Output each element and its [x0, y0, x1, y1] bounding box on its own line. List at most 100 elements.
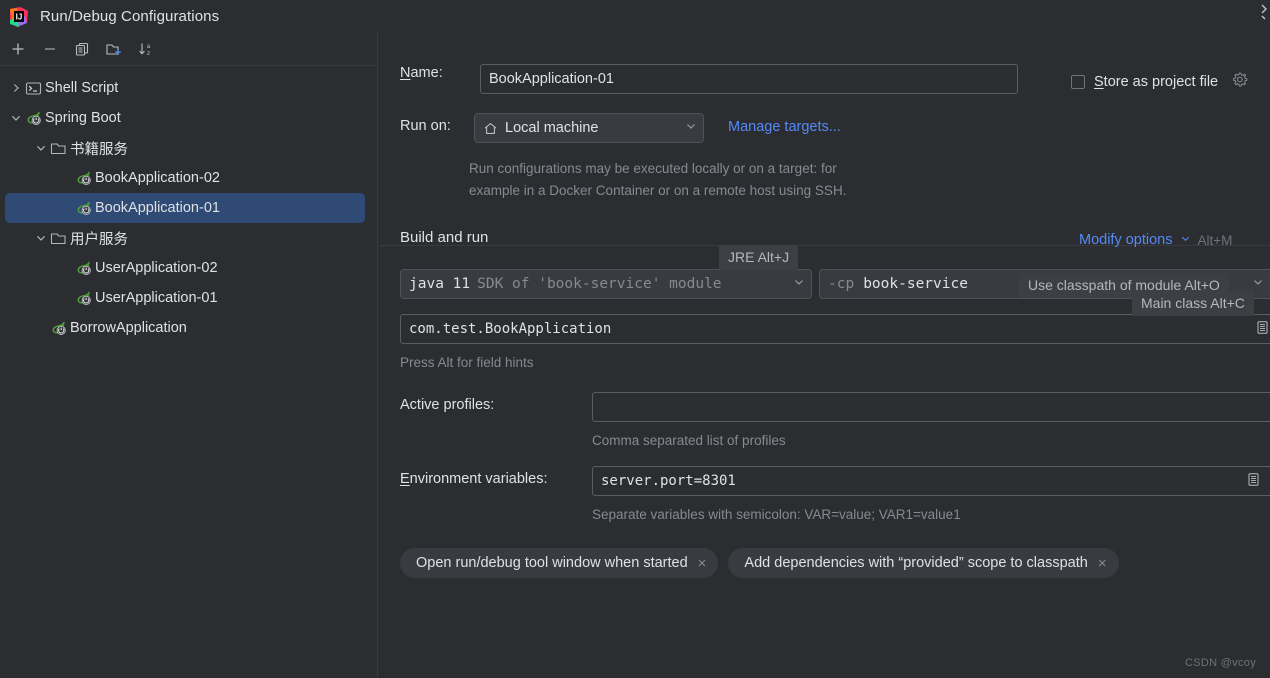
active-profiles-input[interactable]: [592, 392, 1270, 422]
tree-item-bookapplication-02[interactable]: BookApplication-02: [0, 163, 377, 193]
tree-item-shell-script[interactable]: Shell Script: [0, 73, 377, 103]
spring-boot-icon: [74, 199, 92, 217]
shell-script-icon: [24, 79, 42, 97]
tree-item-[interactable]: 用户服务: [0, 223, 377, 253]
tree-item-label: UserApplication-02: [95, 260, 218, 276]
chevron-down-icon: [1244, 276, 1270, 292]
main-class-tooltip: Main class Alt+C: [1132, 291, 1254, 316]
option-chip[interactable]: Add dependencies with “provided” scope t…: [728, 548, 1119, 578]
tree-item-label: 用户服务: [70, 231, 128, 248]
chevron-down-icon[interactable]: [33, 230, 49, 246]
svg-text:IJ: IJ: [16, 12, 23, 21]
tree-item-bookapplication-01[interactable]: BookApplication-01: [5, 193, 365, 223]
title-bar: IJ Run/Debug Configurations: [0, 0, 1270, 33]
chevron-down-icon: [785, 276, 805, 292]
tree-item-label: BookApplication-01: [95, 200, 220, 216]
close-icon[interactable]: ×: [698, 556, 707, 571]
svg-text:a: a: [147, 43, 151, 50]
window-edge-artifact: [1260, 2, 1270, 28]
environment-variables-browse-icon[interactable]: [1246, 472, 1270, 491]
options-chips: Open run/debug tool window when started ×…: [400, 548, 1119, 578]
tree-item-label: 书籍服务: [70, 141, 128, 158]
jre-version: java 11: [409, 276, 471, 292]
option-chip[interactable]: Open run/debug tool window when started ×: [400, 548, 719, 578]
configurations-tree[interactable]: Shell Script Spring Boot 书籍服务 BookApplic…: [0, 66, 377, 343]
manage-targets-link[interactable]: Manage targets...: [728, 119, 841, 135]
classpath-module-value: book-service: [863, 276, 968, 292]
configuration-editor-panel: Name: BookApplication-01 Store as projec…: [379, 33, 1270, 678]
main-class-input[interactable]: com.test.BookApplication: [400, 314, 1270, 344]
environment-variables-label: Environment variables:: [400, 471, 548, 487]
add-configuration-button[interactable]: [3, 36, 33, 62]
tree-item-label: Shell Script: [45, 80, 119, 96]
new-folder-button[interactable]: [99, 36, 129, 62]
store-as-project-file-row[interactable]: Store as project file: [1071, 71, 1248, 93]
run-on-label: Run on:: [400, 118, 451, 134]
run-on-target-value: Local machine: [505, 120, 599, 136]
configurations-toolbar: a z: [0, 33, 377, 66]
tree-item-userapplication-02[interactable]: UserApplication-02: [0, 253, 377, 283]
store-as-project-file-label: Store as project file: [1094, 74, 1219, 90]
chevron-down-icon[interactable]: [33, 140, 49, 156]
chevron-down-icon: [677, 120, 697, 136]
store-as-project-file-checkbox[interactable]: [1071, 75, 1085, 89]
configurations-panel: a z Shell Script Spring Boot 书籍服务 BookAp…: [0, 33, 378, 678]
tree-item-label: UserApplication-01: [95, 290, 218, 306]
folder-icon: [49, 229, 67, 247]
chevron-right-icon[interactable]: [8, 80, 24, 96]
modify-options-shortcut: Alt+M: [1197, 232, 1233, 248]
field-hints-text: Press Alt for field hints: [400, 355, 534, 370]
environment-variables-value: server.port=8301: [601, 473, 736, 489]
chevron-down-icon: [1180, 231, 1191, 249]
close-icon[interactable]: ×: [1098, 556, 1107, 571]
active-profiles-label: Active profiles:: [400, 397, 495, 413]
active-profiles-hint: Comma separated list of profiles: [592, 433, 786, 448]
spring-boot-icon: [74, 169, 92, 187]
svg-text:z: z: [147, 50, 150, 57]
option-chip-label: Add dependencies with “provided” scope t…: [744, 555, 1088, 571]
run-debug-configurations-dialog: IJ Run/Debug Configurations a z Shell Sc…: [0, 0, 1270, 678]
jre-description: SDK of 'book-service' module: [477, 276, 722, 292]
tree-item-borrowapplication[interactable]: BorrowApplication: [0, 313, 377, 343]
jre-combo[interactable]: java 11 SDK of 'book-service' module: [400, 269, 812, 299]
run-on-target-combo[interactable]: Local machine: [474, 113, 704, 143]
tree-item-label: BorrowApplication: [70, 320, 187, 336]
main-class-value: com.test.BookApplication: [409, 321, 612, 337]
tree-item-[interactable]: 书籍服务: [0, 133, 377, 163]
chevron-down-icon[interactable]: [8, 110, 24, 126]
home-icon: [483, 121, 498, 136]
watermark: CSDN @vcoy: [1184, 657, 1256, 669]
remove-configuration-button[interactable]: [35, 36, 65, 62]
spring-boot-icon: [74, 259, 92, 277]
environment-variables-input[interactable]: server.port=8301: [592, 466, 1270, 496]
tree-item-label: Spring Boot: [45, 110, 121, 126]
name-input[interactable]: BookApplication-01: [480, 64, 1018, 94]
spring-boot-icon: [74, 289, 92, 307]
spring-boot-icon: [24, 109, 42, 127]
dialog-title: Run/Debug Configurations: [40, 8, 220, 25]
sort-configurations-button[interactable]: a z: [131, 36, 161, 62]
folder-icon: [49, 139, 67, 157]
tree-item-label: BookApplication-02: [95, 170, 220, 186]
option-chip-label: Open run/debug tool window when started: [416, 555, 688, 571]
modify-options-link[interactable]: Modify options: [1079, 232, 1173, 248]
main-class-browse-icon[interactable]: [1255, 320, 1270, 339]
intellij-idea-logo-icon: IJ: [8, 6, 30, 28]
name-label: Name:: [400, 65, 443, 81]
jre-tooltip: JRE Alt+J: [719, 245, 799, 270]
build-and-run-title: Build and run: [400, 229, 489, 246]
tree-item-spring-boot[interactable]: Spring Boot: [0, 103, 377, 133]
modify-options-row[interactable]: Modify options Alt+M: [1079, 231, 1232, 249]
classpath-prefix: -cp: [828, 276, 855, 292]
tree-item-userapplication-01[interactable]: UserApplication-01: [0, 283, 377, 313]
gear-icon[interactable]: [1231, 71, 1248, 93]
spring-boot-icon: [49, 319, 67, 337]
environment-variables-hint: Separate variables with semicolon: VAR=v…: [592, 507, 961, 522]
run-on-description: Run configurations may be executed local…: [469, 161, 847, 198]
copy-configuration-button[interactable]: [67, 36, 97, 62]
